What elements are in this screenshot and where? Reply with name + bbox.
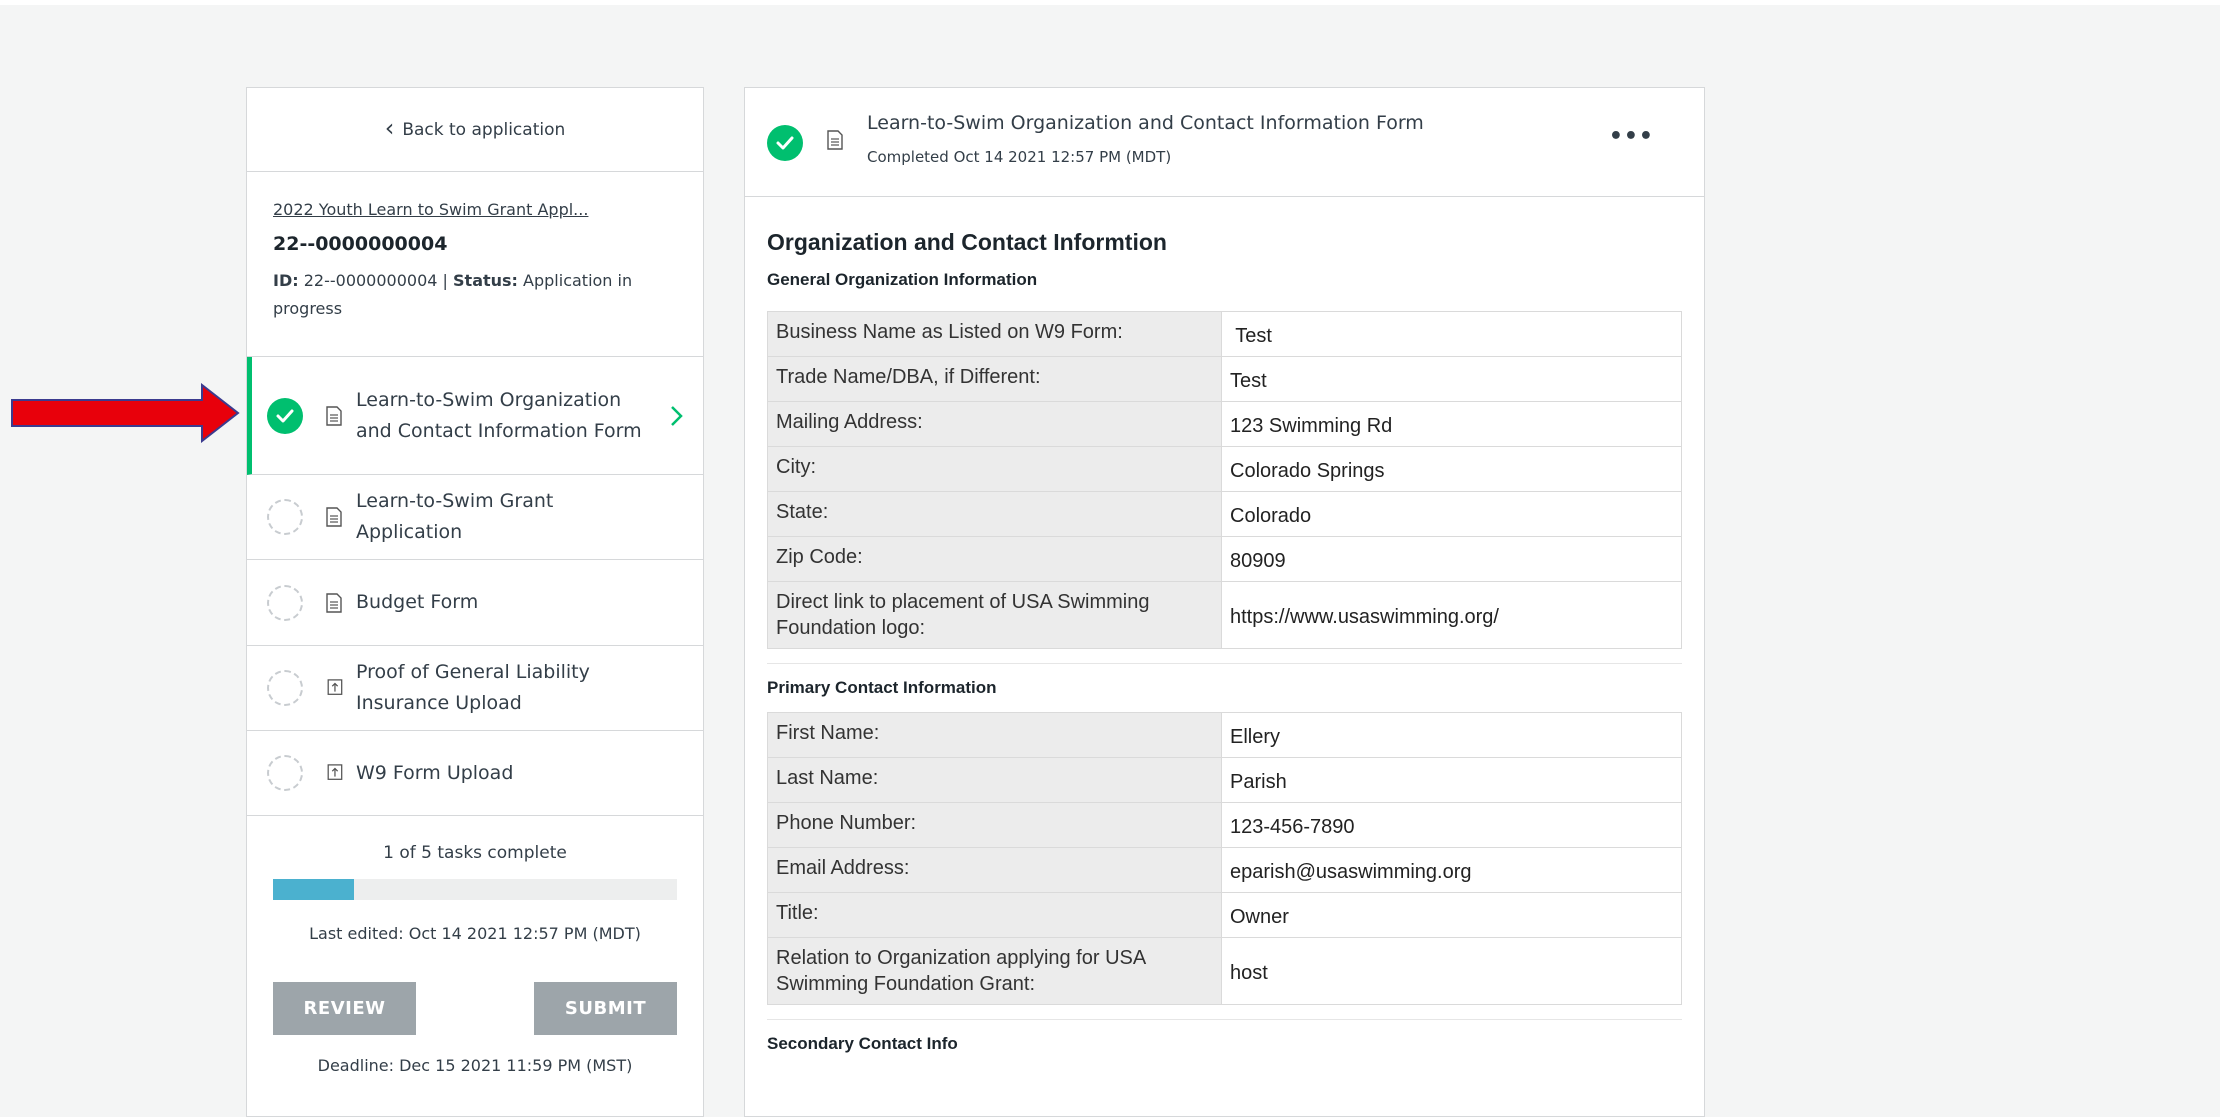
primary-contact-table: First Name: Ellery Last Name: Parish Phone… <box>767 712 1682 1005</box>
field-value: eparish@usaswimming.org <box>1221 847 1682 893</box>
table-row: Zip Code: 80909 <box>767 536 1682 582</box>
table-row: State: Colorado <box>767 491 1682 537</box>
field-label: First Name: <box>767 712 1222 758</box>
task-pending-icon <box>267 584 303 621</box>
field-label: Mailing Address: <box>767 401 1222 447</box>
progress-bar <box>273 879 677 900</box>
meta-separator: | <box>442 271 454 290</box>
divider <box>767 663 1682 664</box>
document-icon <box>827 130 843 150</box>
task-item-liability-insurance-upload[interactable]: Proof of General Liability Insurance Upl… <box>247 646 703 731</box>
field-label: Last Name: <box>767 757 1222 803</box>
field-label: Zip Code: <box>767 536 1222 582</box>
status-label: Status: <box>453 271 518 290</box>
task-item-org-contact-form[interactable]: Learn-to-Swim Organization and Contact I… <box>247 357 703 475</box>
application-title-link[interactable]: 2022 Youth Learn to Swim Grant Appl... <box>273 200 677 219</box>
application-meta: ID: 22--0000000004 | Status: Application… <box>273 267 677 323</box>
task-label: W9 Form Upload <box>356 761 514 784</box>
field-value: Ellery <box>1221 712 1682 758</box>
form-title: Learn-to-Swim Organization and Contact I… <box>867 112 1424 134</box>
field-label: Title: <box>767 892 1222 938</box>
table-row: City: Colorado Springs <box>767 446 1682 492</box>
field-label: Email Address: <box>767 847 1222 893</box>
task-label: Learn-to-Swim Organization and Contact I… <box>356 388 642 442</box>
form-body: Organization and Contact Informtion Gene… <box>745 229 1704 1054</box>
form-card: Learn-to-Swim Organization and Contact I… <box>744 87 1705 1117</box>
review-button[interactable]: REVIEW <box>273 982 416 1035</box>
field-label: Trade Name/DBA, if Different: <box>767 356 1222 402</box>
task-complete-icon <box>267 397 303 434</box>
deadline: Deadline: Dec 15 2021 11:59 PM (MST) <box>317 1056 633 1075</box>
submit-button[interactable]: SUBMIT <box>534 982 677 1035</box>
table-row: First Name: Ellery <box>767 712 1682 758</box>
field-label: City: <box>767 446 1222 492</box>
progress-section: 1 of 5 tasks complete Last edited: Oct 1… <box>247 816 703 1075</box>
task-sidebar: ‹ Back to application 2022 Youth Learn t… <box>246 87 704 1117</box>
application-number: 22--0000000004 <box>273 233 448 255</box>
completed-timestamp: Completed Oct 14 2021 12:57 PM (MDT) <box>867 148 1172 166</box>
task-label: Budget Form <box>356 591 479 613</box>
task-item-w9-upload[interactable]: W9 Form Upload <box>247 731 703 816</box>
chevron-right-icon <box>671 405 683 426</box>
field-value: 80909 <box>1221 536 1682 582</box>
secondary-contact-title: Secondary Contact Info <box>767 1034 958 1053</box>
annotation-arrow <box>11 383 240 443</box>
table-row: Last Name: Parish <box>767 757 1682 803</box>
task-pending-icon <box>267 670 303 706</box>
form-header: Learn-to-Swim Organization and Contact I… <box>745 88 1704 197</box>
chevron-left-icon: ‹ <box>384 113 395 142</box>
field-value: 123-456-7890 <box>1221 802 1682 848</box>
field-label: State: <box>767 491 1222 537</box>
task-item-grant-application[interactable]: Learn-to-Swim Grant Application <box>247 475 703 560</box>
progress-text: 1 of 5 tasks complete <box>383 843 567 863</box>
last-edited: Last edited: Oct 14 2021 12:57 PM (MDT) <box>309 924 641 943</box>
field-value: Test <box>1221 356 1682 402</box>
general-info-table: Business Name as Listed on W9 Form: Test… <box>767 311 1682 649</box>
table-row: Business Name as Listed on W9 Form: Test <box>767 311 1682 357</box>
field-value: Owner <box>1221 892 1682 938</box>
field-value: Colorado <box>1221 491 1682 537</box>
upload-icon <box>327 679 343 695</box>
field-label: Direct link to placement of USA Swimming… <box>767 581 1222 649</box>
task-label: Proof of General Liability Insurance Upl… <box>356 661 590 714</box>
field-value: Parish <box>1221 757 1682 803</box>
field-label: Relation to Organization applying for US… <box>767 937 1222 1005</box>
complete-check-icon <box>767 125 803 161</box>
field-label: Phone Number: <box>767 802 1222 848</box>
table-row: Trade Name/DBA, if Different: Test <box>767 356 1682 402</box>
more-options-icon[interactable]: ••• <box>1609 124 1654 149</box>
table-row: Direct link to placement of USA Swimming… <box>767 581 1682 649</box>
field-value: https://www.usaswimming.org/ <box>1221 581 1682 649</box>
field-value: Test <box>1221 311 1682 357</box>
primary-contact-title: Primary Contact Information <box>767 678 997 697</box>
table-row: Phone Number: 123-456-7890 <box>767 802 1682 848</box>
general-info-title: General Organization Information <box>767 270 1038 289</box>
document-icon <box>326 405 342 426</box>
field-value: host <box>1221 937 1682 1005</box>
divider <box>767 1019 1682 1020</box>
id-value: 22--0000000004 <box>303 271 438 290</box>
upload-icon <box>327 764 343 780</box>
field-value: 123 Swimming Rd <box>1221 401 1682 447</box>
table-row: Mailing Address: 123 Swimming Rd <box>767 401 1682 447</box>
task-pending-icon <box>267 755 303 791</box>
table-row: Relation to Organization applying for US… <box>767 937 1682 1005</box>
task-item-budget-form[interactable]: Budget Form <box>247 560 703 646</box>
document-icon <box>326 507 342 527</box>
field-value: Colorado Springs <box>1221 446 1682 492</box>
task-pending-icon <box>267 499 303 535</box>
section-title: Organization and Contact Informtion <box>767 229 1167 255</box>
back-to-application-link[interactable]: ‹ Back to application <box>247 88 703 172</box>
id-label: ID: <box>273 271 299 290</box>
top-strip <box>0 0 2220 5</box>
back-label: Back to application <box>402 119 566 140</box>
table-row: Email Address: eparish@usaswimming.org <box>767 847 1682 893</box>
application-info: 2022 Youth Learn to Swim Grant Appl... 2… <box>247 172 703 357</box>
task-label: Learn-to-Swim Grant Application <box>356 490 554 543</box>
table-row: Title: Owner <box>767 892 1682 938</box>
field-label: Business Name as Listed on W9 Form: <box>767 311 1222 357</box>
action-buttons: REVIEW SUBMIT <box>247 982 703 1035</box>
progress-fill <box>273 879 354 900</box>
document-icon <box>326 592 342 613</box>
